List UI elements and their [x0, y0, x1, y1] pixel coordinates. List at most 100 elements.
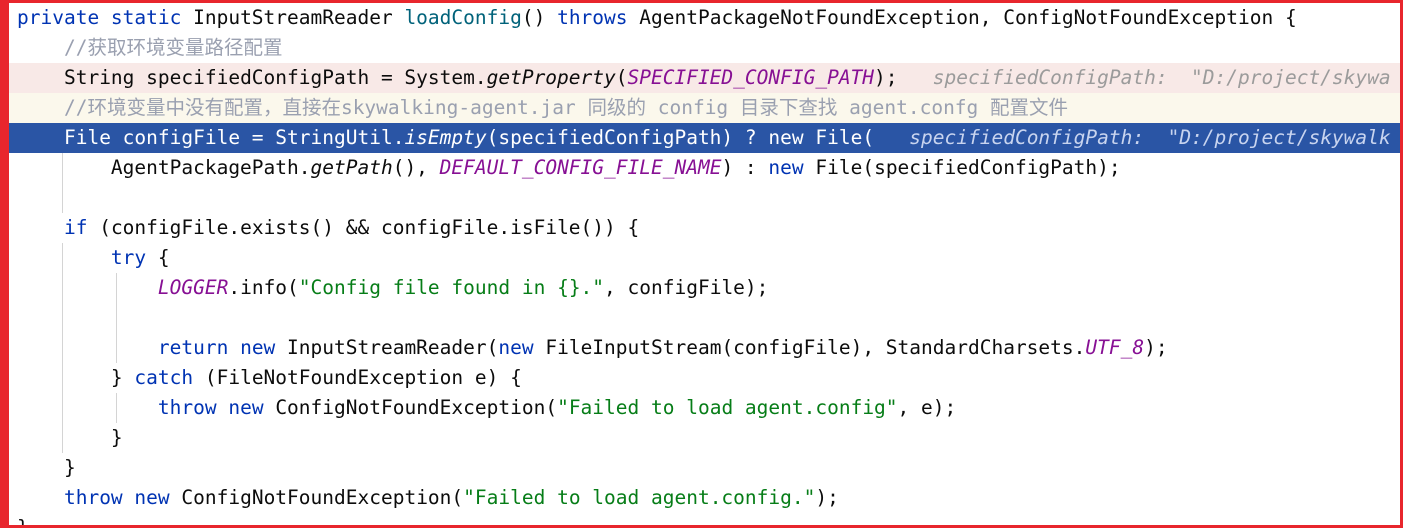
code-token: ); — [1144, 336, 1168, 359]
hint-gap — [874, 126, 909, 149]
code-line-text: LOGGER.info("Config file found in {}.", … — [9, 273, 769, 303]
code-lines-container[interactable]: private static InputStreamReader loadCon… — [9, 3, 1400, 525]
method-name-token: loadConfig — [404, 6, 522, 29]
inline-debug-hint[interactable]: specifiedConfigPath: "D:/project/skywalk — [909, 126, 1390, 149]
code-line-text: try { — [9, 243, 170, 273]
code-line[interactable]: //环境变量中没有配置，直接在skywalking-agent.jar 同级的 … — [9, 93, 1400, 123]
keyword-token: new — [228, 396, 276, 419]
keyword-token: return — [157, 336, 241, 359]
code-line[interactable]: } — [9, 453, 1400, 483]
code-token: File( — [815, 126, 875, 149]
keyword-token: static — [110, 6, 194, 29]
code-token: ) : — [721, 156, 769, 179]
code-line-text: private static InputStreamReader loadCon… — [9, 3, 1297, 33]
code-line-text: } — [9, 513, 29, 525]
code-line[interactable]: if (configFile.exists() && configFile.is… — [9, 213, 1400, 243]
keyword-token: try — [110, 246, 158, 269]
code-token: ); — [815, 486, 839, 509]
code-token: } — [110, 426, 123, 449]
code-line[interactable]: AgentPackagePath.getPath(), DEFAULT_CONF… — [9, 153, 1400, 183]
code-line-text: } — [9, 423, 123, 453]
keyword-token: throw — [157, 396, 229, 419]
code-token: () — [521, 6, 558, 29]
code-line[interactable]: } — [9, 513, 1400, 525]
code-line-text: throw new ConfigNotFoundException("Faile… — [9, 393, 956, 423]
code-token: (FileNotFoundException e) { — [204, 366, 522, 389]
static-field-token: DEFAULT_CONFIG_FILE_NAME — [439, 156, 722, 179]
code-token: .info( — [228, 276, 299, 299]
code-line[interactable] — [9, 183, 1400, 213]
code-token: , e); — [897, 396, 957, 419]
inline-debug-hint[interactable]: specifiedConfigPath: "D:/project/skywa — [933, 66, 1391, 89]
code-token: AgentPackageNotFoundException, ConfigNot… — [639, 6, 1297, 29]
code-line[interactable]: } — [9, 423, 1400, 453]
static-field-token: LOGGER — [157, 276, 229, 299]
code-token: (specifiedConfigPath) ? — [486, 126, 769, 149]
code-line[interactable]: throw new ConfigNotFoundException("Faile… — [9, 483, 1400, 513]
code-line-text: AgentPackagePath.getPath(), DEFAULT_CONF… — [9, 153, 1121, 183]
string-literal: "Failed to load agent.config" — [557, 396, 898, 419]
code-token: { — [157, 246, 170, 269]
code-comment: //获取环境变量路径配置 — [63, 36, 283, 59]
code-comment: //环境变量中没有配置，直接在skywalking-agent.jar 同级的 … — [63, 96, 1069, 119]
code-line[interactable]: LOGGER.info("Config file found in {}.", … — [9, 273, 1400, 303]
keyword-token: new — [240, 336, 288, 359]
code-line[interactable]: //获取环境变量路径配置 — [9, 33, 1400, 63]
string-literal: "Failed to load agent.config." — [463, 486, 816, 509]
code-line-text: //获取环境变量路径配置 — [9, 33, 282, 63]
code-token: ConfigNotFoundException( — [181, 486, 464, 509]
hint-gap — [898, 66, 933, 89]
code-token: ( — [615, 66, 628, 89]
code-token: } — [17, 516, 29, 525]
code-editor-frame: private static InputStreamReader loadCon… — [0, 0, 1403, 528]
code-token: (configFile.exists() && configFile.isFil… — [99, 216, 640, 239]
code-line[interactable]: } catch (FileNotFoundException e) { — [9, 363, 1400, 393]
static-field-token: UTF_8 — [1085, 336, 1145, 359]
left-marker-rail — [3, 3, 9, 525]
code-token: File(specifiedConfigPath); — [815, 156, 1121, 179]
string-literal: "Config file found in {}." — [298, 276, 605, 299]
code-token: InputStreamReader( — [287, 336, 499, 359]
keyword-token: new — [768, 126, 816, 149]
indent-guide — [62, 183, 63, 213]
code-token: getPath — [310, 156, 393, 179]
keyword-token: catch — [134, 366, 205, 389]
code-token: (), — [392, 156, 440, 179]
code-line[interactable]: try { — [9, 243, 1400, 273]
keyword-token: new — [134, 486, 182, 509]
code-line[interactable]: throw new ConfigNotFoundException("Faile… — [9, 393, 1400, 423]
code-token: AgentPackagePath. — [110, 156, 311, 179]
code-line[interactable]: return new InputStreamReader(new FileInp… — [9, 333, 1400, 363]
code-line-text: throw new ConfigNotFoundException("Faile… — [9, 483, 839, 513]
indent-guide — [62, 303, 63, 333]
code-line-text: File configFile = StringUtil.isEmpty(spe… — [9, 123, 1391, 153]
code-token: InputStreamReader — [193, 6, 405, 29]
keyword-token: new — [768, 156, 816, 179]
code-line-text: String specifiedConfigPath = System.getP… — [9, 63, 1391, 93]
code-line-text: } — [9, 453, 76, 483]
code-line[interactable]: private static InputStreamReader loadCon… — [9, 3, 1400, 33]
code-line-text: return new InputStreamReader(new FileInp… — [9, 333, 1168, 363]
code-token: } — [110, 366, 135, 389]
keyword-token: if — [63, 216, 100, 239]
code-line[interactable]: String specifiedConfigPath = System.getP… — [9, 63, 1400, 93]
keyword-token: throws — [557, 6, 640, 29]
code-line[interactable]: File configFile = StringUtil.isEmpty(spe… — [9, 123, 1400, 153]
code-token: File configFile = StringUtil. — [63, 126, 405, 149]
keyword-token: new — [498, 336, 546, 359]
code-token: FileInputStream(configFile), StandardCha… — [545, 336, 1086, 359]
code-line[interactable] — [9, 303, 1400, 333]
code-token: String specifiedConfigPath = System. — [63, 66, 487, 89]
